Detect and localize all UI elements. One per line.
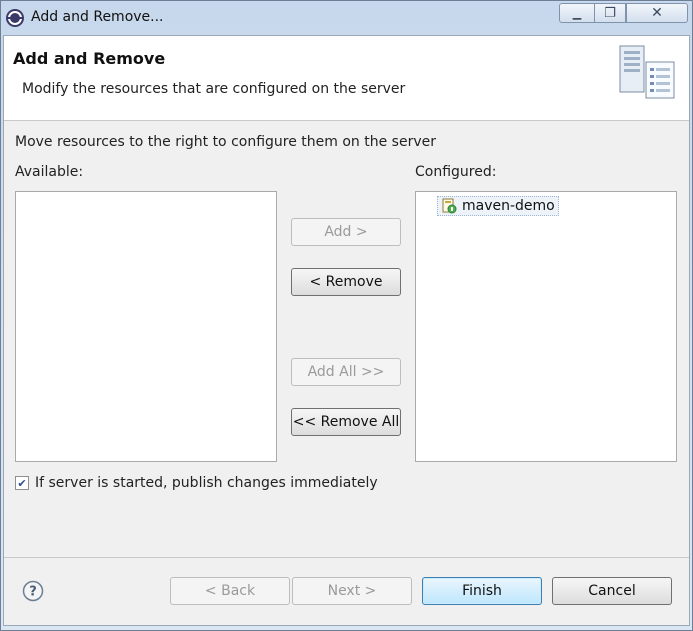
publish-checkbox[interactable]: ✔ (15, 476, 29, 490)
configured-label: Configured: (415, 164, 497, 180)
dialog-window: Add and Remove... ▁ ❐ ✕ Add and Remove M… (0, 0, 693, 631)
add-all-button[interactable]: Add All >> (291, 358, 401, 386)
remove-button[interactable]: < Remove (291, 268, 401, 296)
footer-separator (4, 557, 689, 558)
window-title: Add and Remove... (31, 9, 164, 25)
help-icon[interactable]: ? (22, 580, 44, 602)
minimize-icon: ▁ (572, 6, 582, 20)
svg-text:?: ? (29, 585, 37, 600)
cancel-button[interactable]: Cancel (552, 577, 672, 605)
project-icon (442, 198, 457, 214)
back-button[interactable]: < Back (170, 577, 290, 605)
finish-button[interactable]: Finish (422, 577, 542, 605)
check-icon: ✔ (17, 476, 27, 490)
close-button[interactable]: ✕ (626, 3, 688, 23)
next-button[interactable]: Next > (292, 577, 412, 605)
remove-all-button[interactable]: << Remove All (291, 408, 401, 436)
banner-description: Modify the resources that are configured… (22, 81, 406, 97)
list-item-label: maven-demo (462, 198, 555, 214)
minimize-button[interactable]: ▁ (559, 3, 595, 23)
close-icon: ✕ (651, 5, 663, 21)
eclipse-app-icon (6, 9, 24, 27)
maximize-button[interactable]: ❐ (594, 3, 626, 23)
available-label: Available: (15, 164, 84, 180)
title-bar[interactable]: Add and Remove... ▁ ❐ ✕ (1, 1, 693, 35)
dialog-client-area: Add and Remove Modify the resources that… (3, 35, 690, 626)
publish-checkbox-row[interactable]: ✔ If server is started, publish changes … (15, 475, 378, 491)
list-item-maven-demo[interactable]: maven-demo (437, 196, 559, 216)
publish-checkbox-label[interactable]: If server is started, publish changes im… (35, 475, 378, 491)
maximize-icon: ❐ (604, 5, 616, 21)
available-list[interactable] (15, 191, 277, 462)
server-icon (619, 45, 675, 99)
configured-list[interactable]: maven-demo (415, 191, 677, 462)
banner-title: Add and Remove (13, 49, 166, 68)
wizard-banner: Add and Remove Modify the resources that… (4, 36, 689, 121)
instructions-text: Move resources to the right to configure… (15, 134, 436, 150)
add-button[interactable]: Add > (291, 218, 401, 246)
